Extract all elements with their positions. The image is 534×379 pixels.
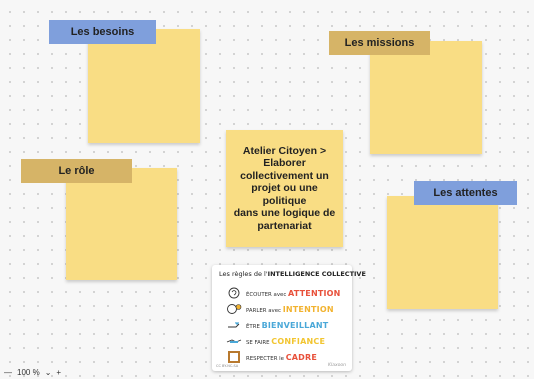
rule-4-keyword: CONFIANCE — [271, 337, 326, 346]
rule-3-keyword: BIENVEILLANT — [261, 321, 329, 330]
label-attentes[interactable]: Les attentes — [414, 181, 517, 205]
center-note-text: Atelier Citoyen > Elaborer collectivemen… — [233, 144, 336, 232]
rule-2-prefix: PARLER avec — [246, 308, 281, 314]
label-role-text: Le rôle — [58, 165, 95, 177]
poster-rule-5: RESPECTER le CADRE — [246, 353, 317, 362]
poster-license: CC BY-NC-SA — [216, 364, 239, 368]
heart-hand-icon — [228, 322, 240, 328]
zoom-level[interactable]: 100 % — [17, 368, 40, 377]
collective-intelligence-poster[interactable]: Les règles de l'INTELLIGENCE COLLECTIVE … — [212, 265, 366, 371]
sticky-note-attentes[interactable] — [387, 196, 498, 309]
sticky-note-center[interactable]: Atelier Citoyen > Elaborer collectivemen… — [226, 130, 343, 247]
poster-signature: Klaxoon — [328, 363, 346, 368]
frame-icon — [228, 351, 240, 363]
poster-rule-1: ÉCOUTER avec ATTENTION — [246, 289, 341, 298]
label-role[interactable]: Le rôle — [21, 159, 132, 183]
rule-1-keyword: ATTENTION — [288, 289, 341, 298]
poster-title-main: INTELLIGENCE COLLECTIVE — [267, 270, 366, 278]
label-besoins[interactable]: Les besoins — [49, 20, 156, 44]
poster-title: Les règles de l'INTELLIGENCE COLLECTIVE — [219, 270, 366, 278]
label-missions-text: Les missions — [344, 37, 415, 49]
poster-rule-3: ÊTRE BIENVEILLANT — [246, 321, 328, 330]
chevron-down-icon[interactable]: ⌄ — [45, 368, 52, 377]
rule-5-prefix: RESPECTER le — [246, 356, 284, 362]
rule-3-prefix: ÊTRE — [246, 324, 260, 330]
label-missions[interactable]: Les missions — [329, 31, 430, 55]
label-attentes-text: Les attentes — [433, 187, 498, 199]
label-besoins-text: Les besoins — [70, 26, 135, 38]
rule-5-keyword: CADRE — [285, 353, 318, 362]
poster-rule-4: SE FAIRE CONFIANCE — [246, 337, 325, 346]
speech-icon — [227, 304, 242, 314]
rule-4-prefix: SE FAIRE — [246, 340, 270, 346]
sticky-note-role[interactable] — [66, 168, 177, 280]
poster-rule-2: PARLER avec INTENTION — [246, 305, 334, 314]
rule-1-prefix: ÉCOUTER avec — [246, 292, 287, 298]
zoom-in-button[interactable]: + — [56, 368, 61, 377]
ear-icon — [228, 287, 240, 299]
sticky-note-missions[interactable] — [370, 41, 482, 154]
zoom-control: — 100 % ⌄ + — [4, 366, 66, 378]
sticky-note-besoins[interactable] — [88, 29, 200, 143]
rule-2-keyword: INTENTION — [282, 305, 334, 314]
zoom-out-button[interactable]: — — [4, 368, 12, 377]
poster-title-prefix: Les règles de l' — [219, 270, 268, 278]
handshake-icon — [226, 339, 242, 343]
